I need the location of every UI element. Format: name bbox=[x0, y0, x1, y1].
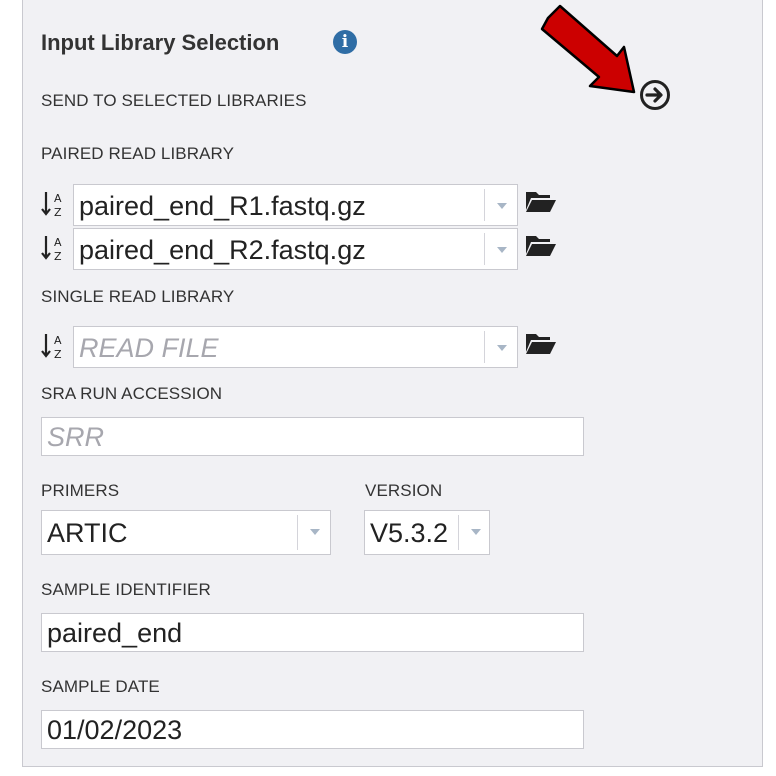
single-file-placeholder: READ FILE bbox=[79, 333, 219, 363]
paired-file-2-value: paired_end_R2.fastq.gz bbox=[79, 235, 366, 265]
send-label: SEND TO SELECTED LIBRARIES bbox=[41, 91, 307, 110]
svg-text:Z: Z bbox=[54, 206, 62, 219]
sort-alpha-icon[interactable]: A Z bbox=[40, 233, 66, 263]
svg-text:A: A bbox=[54, 334, 62, 347]
version-select[interactable]: V5.3.2 bbox=[364, 510, 490, 555]
chevron-down-icon[interactable] bbox=[297, 515, 330, 550]
sample-identifier-input[interactable]: paired_end bbox=[41, 613, 584, 652]
primers-value: ARTIC bbox=[47, 518, 128, 548]
folder-open-icon[interactable] bbox=[525, 188, 557, 214]
sample-identifier-label: SAMPLE IDENTIFIER bbox=[41, 580, 211, 599]
paired-read-label: PAIRED READ LIBRARY bbox=[41, 144, 235, 163]
primers-select[interactable]: ARTIC bbox=[41, 510, 331, 555]
sort-alpha-icon[interactable]: A Z bbox=[40, 331, 66, 361]
version-value: V5.3.2 bbox=[370, 518, 449, 548]
chevron-down-icon[interactable] bbox=[484, 233, 517, 265]
chevron-down-icon[interactable] bbox=[484, 189, 517, 221]
sample-date-label: SAMPLE DATE bbox=[41, 677, 160, 696]
paired-file-1-select[interactable]: paired_end_R1.fastq.gz bbox=[73, 184, 518, 226]
sample-date-value: 01/02/2023 bbox=[47, 715, 183, 745]
sra-accession-label: SRA RUN ACCESSION bbox=[41, 384, 223, 403]
sample-date-input[interactable]: 01/02/2023 bbox=[41, 710, 584, 749]
folder-open-icon[interactable] bbox=[525, 232, 557, 258]
single-read-label: SINGLE READ LIBRARY bbox=[41, 287, 235, 306]
paired-file-1-value: paired_end_R1.fastq.gz bbox=[79, 191, 366, 221]
sort-alpha-icon[interactable]: A Z bbox=[40, 189, 66, 219]
primers-label: PRIMERS bbox=[41, 481, 120, 500]
svg-text:A: A bbox=[54, 236, 62, 249]
chevron-down-icon[interactable] bbox=[484, 331, 517, 363]
svg-text:Z: Z bbox=[54, 348, 62, 361]
info-icon[interactable]: i bbox=[333, 30, 357, 54]
single-file-select[interactable]: READ FILE bbox=[73, 326, 518, 368]
panel-title: Input Library Selection bbox=[41, 30, 280, 55]
sample-identifier-value: paired_end bbox=[47, 618, 183, 648]
folder-open-icon[interactable] bbox=[525, 330, 557, 356]
arrow-circle-right-icon[interactable] bbox=[638, 78, 672, 112]
svg-text:A: A bbox=[54, 192, 62, 205]
sra-accession-input[interactable]: SRR bbox=[41, 417, 584, 456]
sra-accession-placeholder: SRR bbox=[47, 422, 105, 452]
paired-file-2-select[interactable]: paired_end_R2.fastq.gz bbox=[73, 228, 518, 270]
version-label: VERSION bbox=[365, 481, 443, 500]
svg-text:Z: Z bbox=[54, 250, 62, 263]
chevron-down-icon[interactable] bbox=[458, 515, 489, 550]
